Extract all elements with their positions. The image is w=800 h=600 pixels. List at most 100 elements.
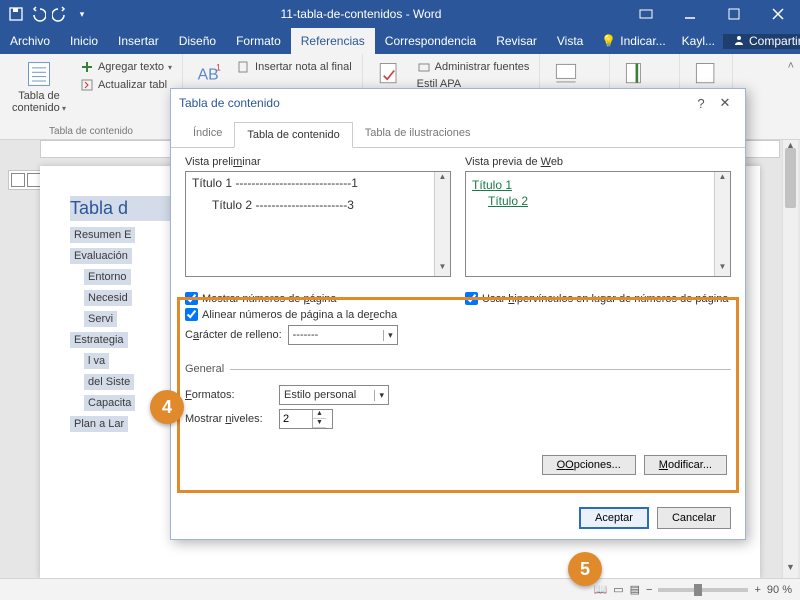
- undo-icon[interactable]: [30, 6, 46, 22]
- dialog-tabs: Índice Tabla de contenido Tabla de ilust…: [171, 121, 745, 148]
- zoom-level[interactable]: 90 %: [767, 584, 792, 596]
- tab-tabla-ilustraciones[interactable]: Tabla de ilustraciones: [353, 121, 483, 147]
- mark-entry-button[interactable]: [618, 58, 654, 90]
- web-preview: Título 1 Título 2 ▲▼: [465, 171, 731, 277]
- tab-vista[interactable]: Vista: [547, 28, 593, 54]
- insert-endnote-button[interactable]: Insertar nota al final: [235, 58, 354, 76]
- callout-badge-4: 4: [150, 390, 184, 424]
- vertical-scrollbar[interactable]: ▲ ▼: [782, 140, 798, 578]
- insert-endnote-label: Insertar nota al final: [255, 61, 352, 73]
- tell-me-label: Indicar...: [620, 34, 665, 48]
- toc-entry: Capacita: [84, 395, 135, 411]
- toc-entry: Servi: [84, 311, 117, 327]
- menu-bar: Archivo Inicio Insertar Diseño Formato R…: [0, 28, 800, 54]
- scroll-thumb[interactable]: [785, 148, 796, 208]
- tab-formato[interactable]: Formato: [226, 28, 291, 54]
- dialog-titlebar: Tabla de contenido ? ✕: [171, 89, 745, 117]
- toc-dialog: Tabla de contenido ? ✕ Índice Tabla de c…: [170, 88, 746, 540]
- web-preview-link[interactable]: Título 1: [472, 178, 724, 192]
- options-button[interactable]: OOpciones...Opciones...: [542, 455, 636, 475]
- tab-inicio[interactable]: Inicio: [60, 28, 108, 54]
- maximize-button[interactable]: [712, 0, 756, 28]
- toc-entry: Evaluación: [70, 248, 132, 264]
- share-label: Compartir: [749, 34, 800, 48]
- zoom-out-button[interactable]: −: [646, 584, 652, 596]
- collapse-ribbon-icon[interactable]: ˄: [782, 54, 800, 139]
- tab-correspondencia[interactable]: Correspondencia: [375, 28, 486, 54]
- show-page-numbers-input[interactable]: [185, 292, 198, 305]
- update-table-label: Actualizar tabl: [98, 79, 167, 91]
- spin-up-icon[interactable]: ▲: [313, 410, 326, 419]
- right-align-input[interactable]: [185, 308, 198, 321]
- redo-icon[interactable]: [52, 6, 68, 22]
- tab-diseno[interactable]: Diseño: [169, 28, 226, 54]
- leader-combo[interactable]: ------- ▾: [288, 325, 398, 345]
- tell-me[interactable]: 💡 Indicar...: [593, 34, 673, 48]
- toc-button[interactable]: Tabla de contenido: [8, 58, 70, 116]
- save-icon[interactable]: [8, 6, 24, 22]
- right-align-label: Alinear números de página a la derecha: [202, 309, 397, 321]
- levels-spinner[interactable]: ▲▼: [279, 409, 333, 429]
- dialog-close-button[interactable]: ✕: [713, 95, 737, 111]
- dialog-help-button[interactable]: ?: [689, 96, 713, 111]
- formats-combo[interactable]: Estilo personal ▾: [279, 385, 389, 405]
- preview-line: Título 1 -----------------------------1: [192, 176, 444, 190]
- modify-button[interactable]: Modificar...: [644, 455, 727, 475]
- tab-archivo[interactable]: Archivo: [0, 28, 60, 54]
- use-hyperlinks-label: Usar hipervínculos en lugar de números d…: [482, 293, 728, 305]
- toc-entry: Entorno: [84, 269, 131, 285]
- web-preview-link[interactable]: Título 2: [488, 194, 724, 208]
- window-controls: [624, 0, 800, 28]
- zoom-in-button[interactable]: +: [754, 584, 760, 596]
- minimize-button[interactable]: [668, 0, 712, 28]
- print-preview-label: Vista preliminar: [185, 156, 451, 168]
- print-preview: Título 1 -----------------------------1 …: [185, 171, 451, 277]
- toc-entry: Necesid: [84, 290, 132, 306]
- read-mode-icon[interactable]: 📖: [594, 583, 608, 596]
- web-layout-icon[interactable]: ▤: [630, 583, 640, 596]
- dialog-title: Tabla de contenido: [179, 96, 280, 110]
- title-bar: ▾ 11-tabla-de-contenidos - Word: [0, 0, 800, 28]
- tab-insertar[interactable]: Insertar: [108, 28, 169, 54]
- toc-entry: Plan a Lar: [70, 416, 128, 432]
- print-layout-icon[interactable]: ▭: [613, 583, 623, 596]
- quick-access-toolbar: ▾: [0, 6, 98, 22]
- nav-pane-toggle[interactable]: [8, 170, 44, 190]
- qat-customize-icon[interactable]: ▾: [74, 6, 90, 22]
- preview-scrollbar[interactable]: ▲▼: [714, 172, 730, 276]
- tab-tabla-contenido[interactable]: Tabla de contenido: [234, 122, 352, 148]
- use-hyperlinks-input[interactable]: [465, 292, 478, 305]
- cancel-button[interactable]: Cancelar: [657, 507, 731, 529]
- general-group: General Formatos: Estilo personal ▾ Most…: [185, 363, 731, 433]
- ok-button[interactable]: Aceptar: [579, 507, 649, 529]
- insert-footnote-button[interactable]: AB1: [191, 58, 227, 90]
- mark-citation-button[interactable]: [688, 58, 724, 90]
- zoom-slider[interactable]: [658, 588, 748, 592]
- manage-sources-button[interactable]: Administrar fuentes: [415, 58, 532, 76]
- toc-entry: Resumen E: [70, 227, 135, 243]
- show-page-numbers-checkbox[interactable]: Mostrar números de página: [185, 292, 451, 305]
- close-button[interactable]: [756, 0, 800, 28]
- scroll-down-icon[interactable]: ▼: [783, 562, 798, 578]
- ribbon-display-icon[interactable]: [624, 0, 668, 28]
- tab-referencias[interactable]: Referencias: [291, 28, 375, 54]
- spin-down-icon[interactable]: ▼: [313, 419, 326, 428]
- svg-text:1: 1: [216, 63, 221, 73]
- insert-caption-button[interactable]: [548, 58, 584, 90]
- window-title: 11-tabla-de-contenidos - Word: [98, 7, 624, 21]
- tab-indice[interactable]: Índice: [181, 121, 234, 147]
- lightbulb-icon: 💡: [601, 34, 616, 48]
- share-button[interactable]: Compartir: [723, 34, 800, 49]
- preview-scrollbar[interactable]: ▲▼: [434, 172, 450, 276]
- update-table-button[interactable]: Actualizar tabl: [78, 76, 174, 94]
- leader-label: Carácter de relleno:: [185, 329, 282, 341]
- user-name[interactable]: Kayl...: [674, 34, 723, 48]
- tab-revisar[interactable]: Revisar: [486, 28, 547, 54]
- right-align-checkbox[interactable]: Alinear números de página a la derecha: [185, 308, 451, 321]
- use-hyperlinks-checkbox[interactable]: Usar hipervínculos en lugar de números d…: [465, 292, 731, 305]
- levels-label: Mostrar niveles:: [185, 413, 273, 425]
- add-text-button[interactable]: Agregar texto: [78, 58, 174, 76]
- insert-citation-button[interactable]: [371, 58, 407, 90]
- ribbon-group-toc-label: Tabla de contenido: [8, 126, 174, 137]
- levels-input[interactable]: [280, 413, 312, 425]
